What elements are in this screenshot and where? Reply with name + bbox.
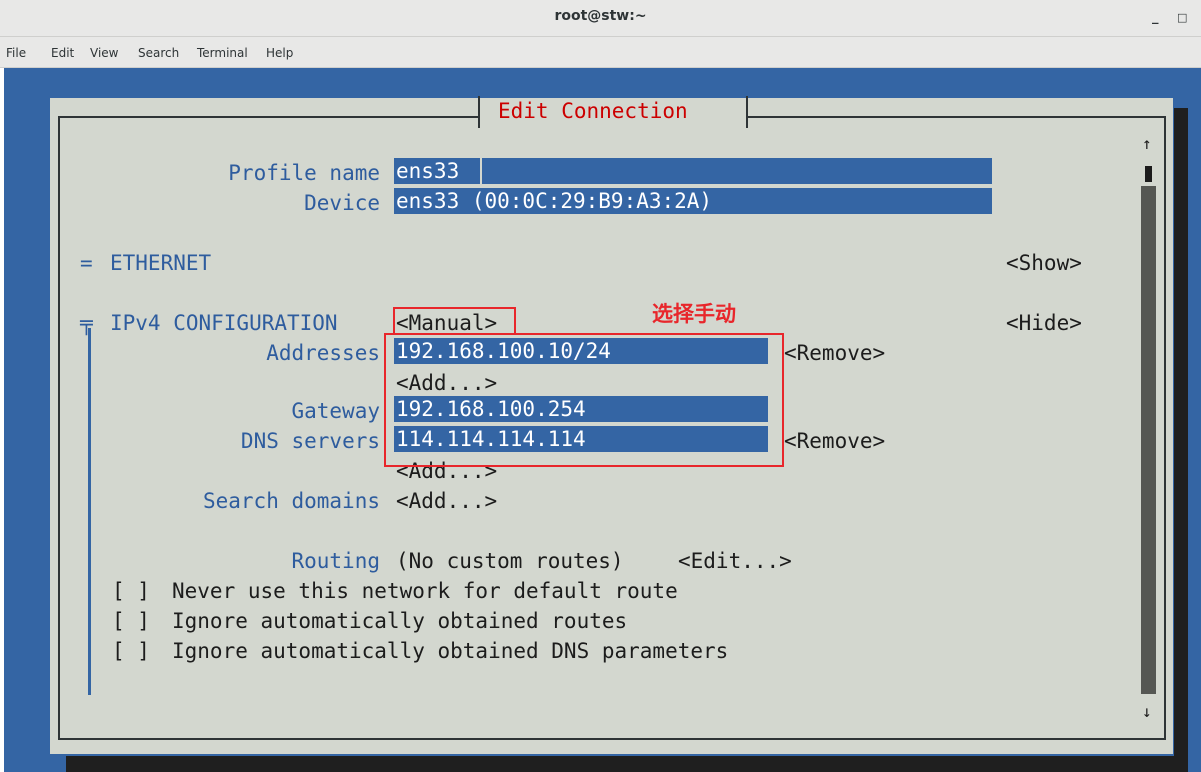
search-domains-label: Search domains [202, 489, 380, 513]
dialog-border [746, 116, 1164, 118]
menu-edit[interactable]: Edit [51, 46, 74, 60]
dialog-border [1164, 116, 1166, 740]
menu-help[interactable]: Help [266, 46, 293, 60]
dialog-shadow [1174, 108, 1188, 772]
ipv4-hide-button[interactable]: <Hide> [1006, 308, 1082, 338]
checkbox-ignore-dns-label: Ignore automatically obtained DNS parame… [172, 639, 729, 663]
menu-search[interactable]: Search [138, 46, 179, 60]
ip-fields-highlight-box [384, 333, 784, 467]
menu-bar: File Edit View Search Terminal Help [0, 37, 1201, 68]
text-cursor [480, 158, 482, 184]
ethernet-marker: = [80, 251, 93, 275]
device-label: Device [304, 191, 380, 215]
routing-edit-button[interactable]: <Edit...> [678, 546, 792, 576]
checkbox-default-route-label: Never use this network for default route [172, 579, 678, 603]
ethernet-show-button[interactable]: <Show> [1006, 248, 1082, 278]
title-bracket-right [746, 96, 748, 128]
menu-file[interactable]: File [6, 46, 26, 60]
dns-remove-button[interactable]: <Remove> [784, 426, 885, 456]
device-value: ens33 (00:0C:29:B9:A3:2A) [396, 189, 713, 213]
routing-value: (No custom routes) [396, 549, 624, 573]
dialog-title: Edit Connection [498, 99, 688, 123]
ipv4-section-label: IPv4 CONFIGURATION [110, 311, 338, 335]
checkbox-default-route[interactable]: [ ] [112, 576, 150, 606]
dialog-border [58, 738, 1166, 740]
maximize-button[interactable]: □ [1177, 11, 1187, 24]
annotation-label: 选择手动 [652, 302, 736, 326]
scrollbar-thumb[interactable] [1145, 166, 1152, 182]
scroll-down-arrow[interactable]: ↓ [1142, 702, 1152, 721]
title-bar: root@stw:~ _ □ [0, 0, 1201, 37]
dialog-shadow-bottom [66, 756, 1188, 772]
window-title: root@stw:~ [554, 8, 647, 24]
menu-terminal[interactable]: Terminal [197, 46, 248, 60]
scroll-up-arrow[interactable]: ↑ [1142, 134, 1152, 153]
gateway-label: Gateway [291, 399, 380, 423]
minimize-button[interactable]: _ [1152, 10, 1159, 25]
ethernet-section-label: ETHERNET [110, 251, 212, 275]
profile-name-label: Profile name [228, 161, 380, 185]
dns-servers-label: DNS servers [240, 429, 380, 453]
search-domains-add-button[interactable]: <Add...> [396, 486, 497, 516]
checkbox-ignore-routes-label: Ignore automatically obtained routes [172, 609, 628, 633]
ipv4-section-line [88, 328, 91, 695]
dialog-border [58, 116, 60, 740]
menu-view[interactable]: View [90, 46, 118, 60]
routing-label: Routing [291, 549, 380, 573]
manual-highlight-box [393, 307, 516, 335]
profile-name-field[interactable]: ens33 [394, 158, 992, 184]
checkbox-ignore-dns[interactable]: [ ] [112, 636, 150, 666]
dialog-border [58, 116, 480, 118]
profile-name-value: ens33 [396, 159, 460, 183]
checkbox-ignore-routes[interactable]: [ ] [112, 606, 150, 636]
device-field[interactable]: ens33 (00:0C:29:B9:A3:2A) [394, 188, 992, 214]
scrollbar-track[interactable] [1141, 186, 1156, 694]
addresses-label: Addresses [266, 341, 380, 365]
address-remove-button[interactable]: <Remove> [784, 338, 885, 368]
title-bracket-left [478, 96, 480, 128]
